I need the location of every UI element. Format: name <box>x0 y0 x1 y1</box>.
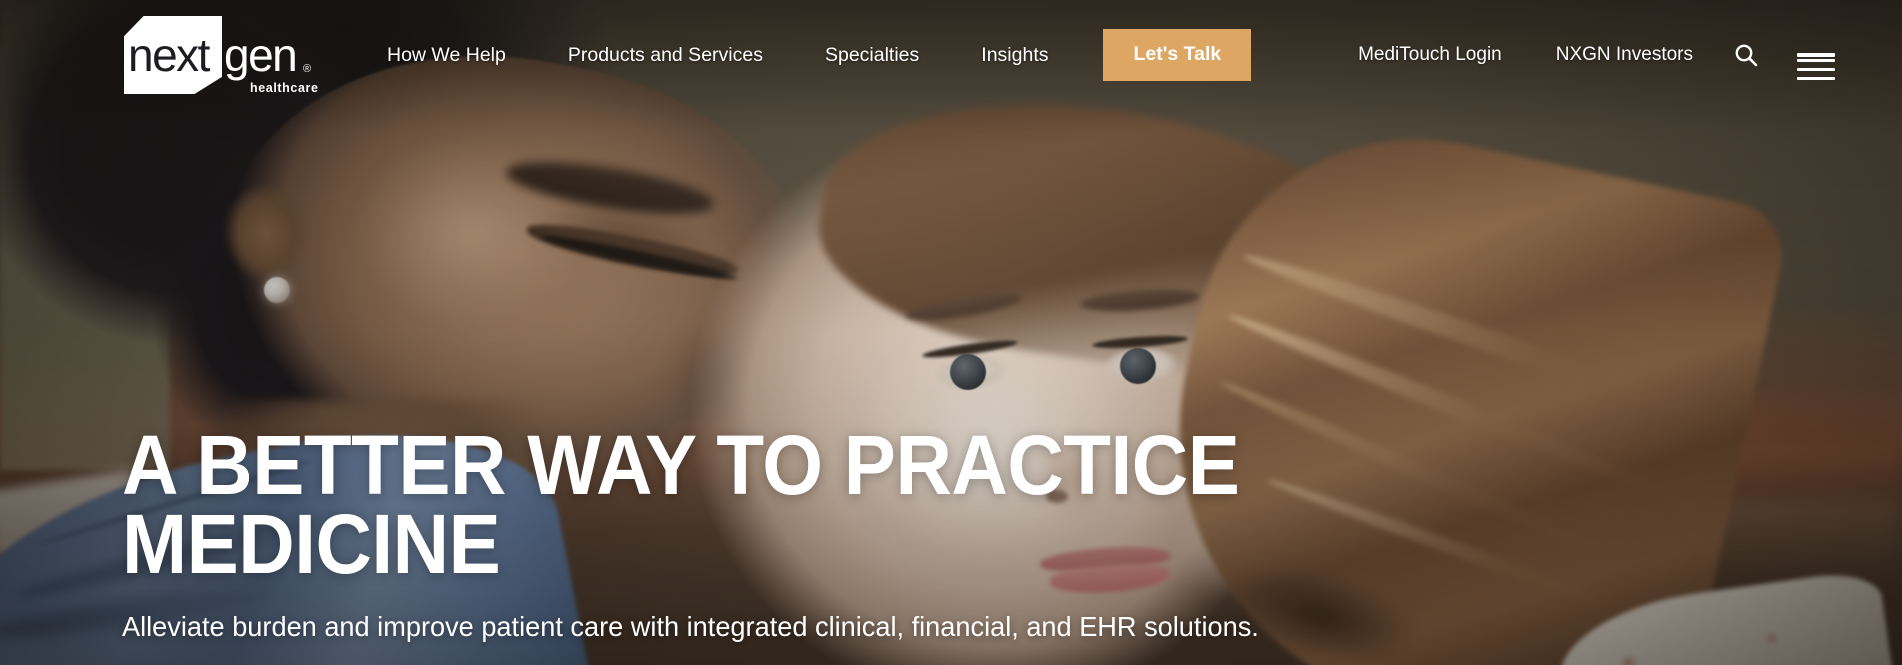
hamburger-menu-icon <box>1797 53 1835 81</box>
hero-subheadline: Alleviate burden and improve patient car… <box>122 610 1259 642</box>
hero-headline: A Better Way to Practice Medicine <box>122 423 1240 591</box>
site-header: next gen ® healthcare How We Help Produc… <box>0 0 1902 110</box>
lets-talk-button[interactable]: Let's Talk <box>1103 29 1252 81</box>
menu-button[interactable] <box>1790 29 1842 81</box>
logo-tagline: healthcare <box>250 81 319 95</box>
nav-item-meditouch-login[interactable]: MediTouch Login <box>1331 44 1529 66</box>
nav-item-insights[interactable]: Insights <box>950 44 1079 67</box>
hero-banner: next gen ® healthcare How We Help Produc… <box>0 0 1902 665</box>
hero-headline-line-2: Medicine <box>122 496 501 591</box>
secondary-navigation: MediTouch Login NXGN Investors <box>1331 29 1842 81</box>
nav-item-nxgn-investors[interactable]: NXGN Investors <box>1529 44 1720 66</box>
logo-registered-icon: ® <box>303 63 312 75</box>
logo-word-next: next <box>128 29 210 81</box>
logo-word-gen: gen <box>224 29 298 81</box>
nav-item-products-and-services[interactable]: Products and Services <box>537 44 794 67</box>
primary-navigation: How We Help Products and Services Specia… <box>356 29 1331 81</box>
nav-item-specialties[interactable]: Specialties <box>794 44 950 67</box>
search-button[interactable] <box>1720 29 1772 81</box>
search-icon <box>1735 44 1758 67</box>
nav-item-how-we-help[interactable]: How We Help <box>356 44 537 67</box>
site-logo[interactable]: next gen ® healthcare <box>124 12 324 98</box>
hero-content: A Better Way to Practice Medicine Allevi… <box>122 423 1324 645</box>
